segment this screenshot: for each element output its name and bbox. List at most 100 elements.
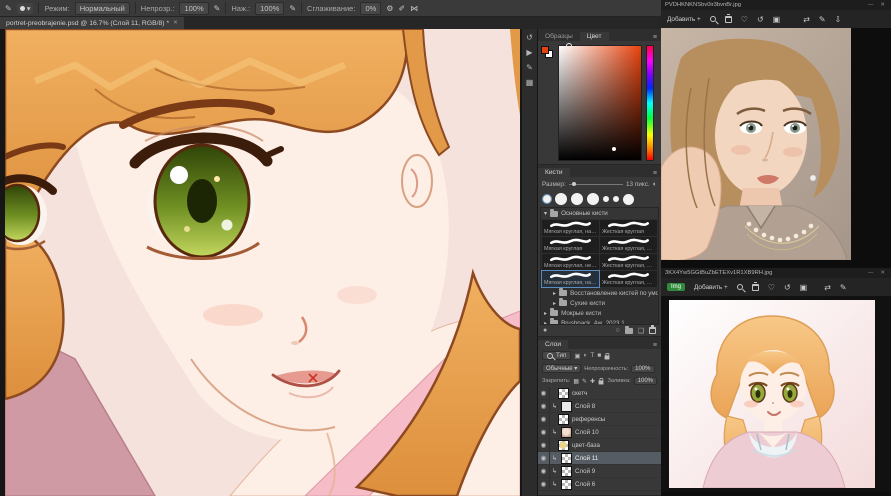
layer-thumbnail[interactable] bbox=[558, 440, 569, 451]
brush-item[interactable]: Мягкая круглая bbox=[542, 237, 599, 253]
filter-smart-icon[interactable] bbox=[605, 355, 610, 359]
flow-input[interactable]: 100% bbox=[255, 2, 284, 15]
brush-tool-icon[interactable]: ✎ bbox=[5, 4, 12, 13]
recent-brush[interactable] bbox=[613, 196, 619, 202]
opacity-input[interactable]: 100% bbox=[179, 2, 208, 15]
minimize-icon[interactable]: — bbox=[866, 2, 876, 8]
close-icon[interactable]: ✕ bbox=[878, 2, 887, 8]
image-downloader-badge[interactable]: Img bbox=[667, 283, 685, 291]
edit-icon[interactable]: ✎ bbox=[840, 283, 847, 292]
layer-row[interactable]: ◉ цвет-база bbox=[538, 439, 661, 452]
reference-photo[interactable] bbox=[661, 28, 891, 260]
recent-brush[interactable] bbox=[623, 194, 634, 205]
layer-row[interactable]: ◉ ↳ Слой 10 bbox=[538, 426, 661, 439]
panel-menu-icon[interactable]: ≡ bbox=[649, 342, 661, 349]
brush-folder[interactable]: ▸Brushpack_Aw_2023.1 bbox=[541, 318, 658, 325]
recent-brush[interactable] bbox=[555, 193, 567, 205]
eye-icon[interactable]: ◉ bbox=[538, 452, 550, 464]
brush-folder[interactable]: ▸Сухие кисти bbox=[541, 298, 658, 308]
brush-item[interactable]: Жесткая круглая, нажим bbox=[600, 237, 657, 253]
lock-position-icon[interactable]: ✚ bbox=[590, 378, 595, 385]
layer-row-selected[interactable]: ◉ ↳ Слой 11 bbox=[538, 452, 661, 465]
download-icon[interactable]: ⇩ bbox=[835, 15, 842, 24]
delete-icon[interactable] bbox=[649, 327, 656, 334]
slider-thumb[interactable] bbox=[572, 182, 576, 186]
shuffle-icon[interactable]: ⇄ bbox=[824, 283, 831, 292]
new-brush-icon[interactable]: ❑ bbox=[638, 327, 644, 335]
favorite-icon[interactable]: ♡ bbox=[741, 15, 748, 24]
foreground-color-swatch[interactable] bbox=[541, 46, 549, 54]
undo-icon[interactable]: ↺ bbox=[757, 15, 764, 24]
edit-icon[interactable]: ✎ bbox=[819, 15, 826, 24]
airbrush-icon[interactable]: ✐ bbox=[398, 4, 405, 13]
layer-thumbnail[interactable] bbox=[561, 427, 572, 438]
layer-fill-input[interactable]: 100% bbox=[634, 377, 657, 385]
lock-transparency-icon[interactable]: ▦ bbox=[573, 378, 579, 385]
crop-icon[interactable]: ▣ bbox=[800, 283, 808, 292]
layer-opacity-input[interactable]: 100% bbox=[631, 365, 654, 373]
shuffle-icon[interactable]: ⇄ bbox=[803, 15, 810, 24]
history-panel-icon[interactable]: ↺ bbox=[526, 33, 533, 42]
eye-icon[interactable]: ◉ bbox=[538, 413, 550, 425]
filter-adjustment-icon[interactable]: ◐ bbox=[583, 352, 587, 359]
close-icon[interactable]: ✕ bbox=[878, 270, 887, 276]
brush-item-selected[interactable]: Мягкая круглая, нажим, непр. bbox=[542, 271, 599, 287]
patterns-panel-icon[interactable]: ▦ bbox=[526, 78, 534, 87]
canvas[interactable] bbox=[5, 29, 520, 496]
lock-all-icon[interactable] bbox=[599, 381, 604, 385]
panel-menu-icon[interactable]: ≡ bbox=[649, 34, 661, 41]
eye-icon[interactable]: ◉ bbox=[538, 478, 550, 490]
tab-swatches[interactable]: Образцы bbox=[538, 32, 580, 41]
new-group-icon[interactable] bbox=[625, 328, 633, 334]
layer-row[interactable]: ◉ ↳ Слой 6 bbox=[538, 478, 661, 491]
eye-icon[interactable]: ◉ bbox=[538, 426, 550, 438]
layer-thumbnail[interactable] bbox=[558, 388, 569, 399]
tab-color[interactable]: Цвет bbox=[580, 32, 609, 41]
trash-icon[interactable] bbox=[725, 16, 732, 23]
brush-folder[interactable]: ▸Восстановление кистей по умолч. bbox=[541, 288, 658, 298]
flow-pressure-icon[interactable]: ✎ bbox=[289, 4, 296, 13]
filter-type-icon[interactable]: Т bbox=[590, 352, 594, 359]
eye-icon[interactable]: ◉ bbox=[538, 439, 550, 451]
brush-item[interactable]: Жесткая круглая bbox=[600, 220, 657, 236]
saturation-brightness-field[interactable] bbox=[558, 45, 642, 161]
hue-slider[interactable] bbox=[646, 45, 654, 161]
reference-window1-titlebar[interactable]: PVDHKNKNSbv0ir3bvnBr.jpg — ✕ bbox=[661, 0, 891, 10]
close-icon[interactable]: ✕ bbox=[173, 20, 178, 26]
preview-icon[interactable]: ○ bbox=[615, 327, 619, 334]
eye-icon[interactable]: ◉ bbox=[538, 387, 550, 399]
smoothing-input[interactable]: 0% bbox=[360, 2, 381, 15]
brush-size-slider[interactable] bbox=[569, 184, 623, 185]
smoothing-gear-icon[interactable]: ⚙ bbox=[386, 4, 393, 13]
layer-thumbnail[interactable] bbox=[558, 414, 569, 425]
pressure-size-icon[interactable]: ◐ bbox=[653, 181, 657, 188]
layer-thumbnail[interactable] bbox=[561, 479, 572, 490]
foreground-background-swatches[interactable] bbox=[541, 46, 554, 59]
layer-thumbnail[interactable] bbox=[561, 401, 572, 412]
search-icon[interactable] bbox=[710, 16, 716, 22]
brush-item[interactable]: Мягкая круглая, непрозр. bbox=[542, 254, 599, 270]
layer-row[interactable]: ◉ референсы bbox=[538, 413, 661, 426]
recent-brush[interactable] bbox=[543, 195, 551, 203]
actions-panel-icon[interactable]: ▶ bbox=[526, 48, 532, 57]
lock-pixels-icon[interactable]: ✎ bbox=[582, 378, 587, 385]
recent-brush[interactable] bbox=[587, 193, 599, 205]
blend-mode-select[interactable]: Нормальный bbox=[75, 2, 130, 15]
brush-item[interactable]: Жесткая круглая, непрозр. bbox=[600, 254, 657, 270]
tool-preset-picker[interactable]: ▾ bbox=[17, 3, 34, 14]
eye-icon[interactable]: ◉ bbox=[538, 400, 550, 412]
reference-illustration[interactable] bbox=[661, 296, 891, 492]
layer-row[interactable]: ◉ ↳ Слой 9 bbox=[538, 465, 661, 478]
layer-thumbnail[interactable] bbox=[561, 453, 572, 464]
opacity-pressure-icon[interactable]: ✎ bbox=[214, 4, 221, 13]
minimize-icon[interactable]: — bbox=[866, 270, 876, 276]
brush-group-header[interactable]: ▾ Основные кисти bbox=[541, 208, 658, 219]
brush-size-value[interactable]: 13 пикс. bbox=[626, 181, 650, 188]
search-icon[interactable] bbox=[737, 284, 743, 290]
tab-layers[interactable]: Слои bbox=[538, 340, 568, 349]
panel-menu-icon[interactable]: ≡ bbox=[649, 170, 661, 177]
add-button[interactable]: Добавить + bbox=[694, 284, 728, 291]
recent-brush[interactable] bbox=[603, 196, 609, 202]
tab-brushes[interactable]: Кисти bbox=[538, 168, 570, 177]
crop-icon[interactable]: ▣ bbox=[773, 15, 781, 24]
